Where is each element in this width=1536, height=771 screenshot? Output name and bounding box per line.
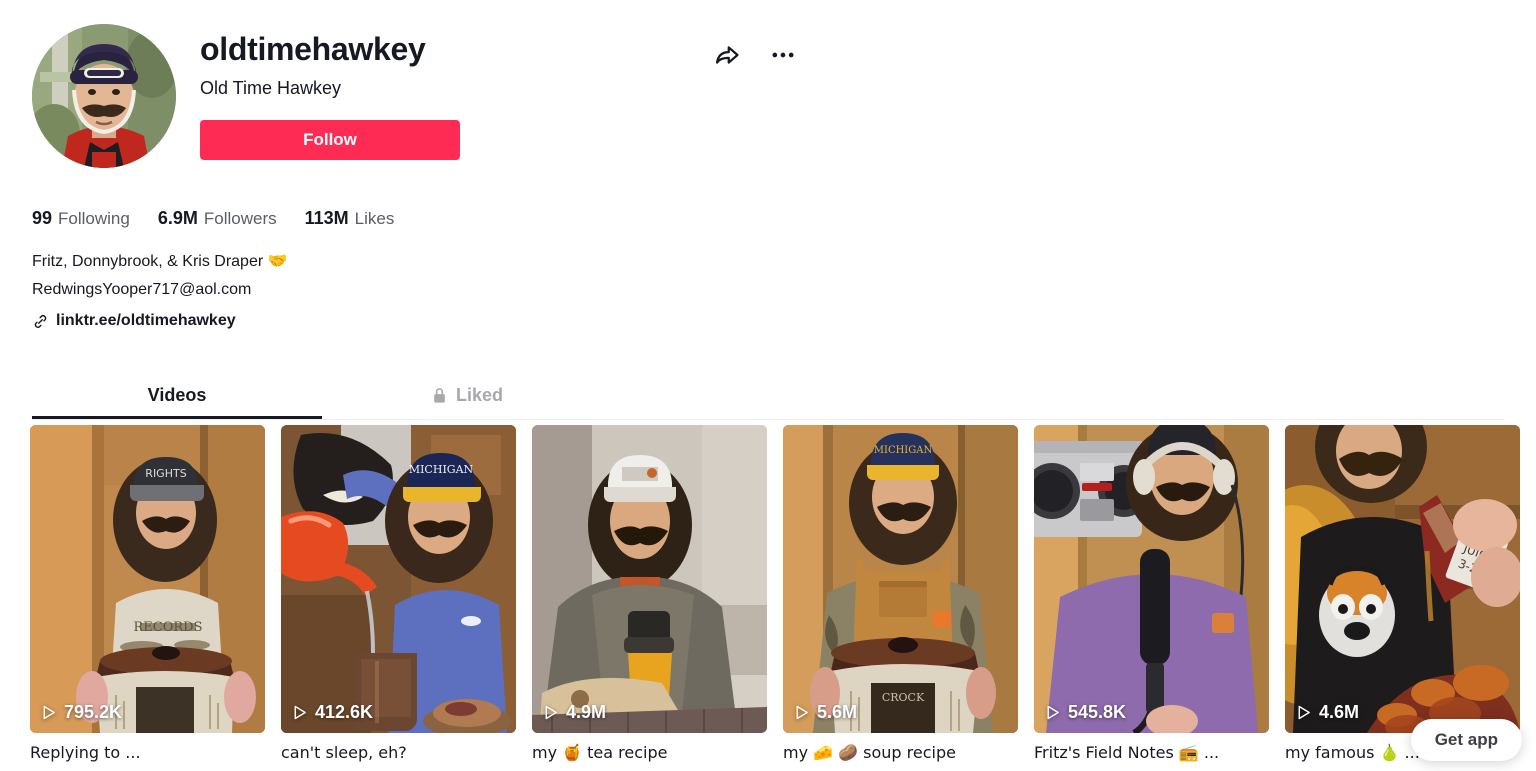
- share-arrow-icon: [713, 41, 741, 69]
- video-card[interactable]: RIGHTS RECORDS 795.2K Replying to ...: [30, 425, 265, 764]
- video-thumbnail[interactable]: JUICE 3-2-3: [1285, 425, 1520, 733]
- svg-text:RECORDS: RECORDS: [134, 620, 203, 635]
- svg-text:MICHIGAN: MICHIGAN: [409, 463, 474, 476]
- video-caption: Replying to ...: [30, 743, 141, 762]
- video-thumbnail[interactable]: 545.8K: [1034, 425, 1269, 733]
- following-count: 99: [32, 208, 53, 228]
- get-app-button[interactable]: Get app: [1410, 719, 1522, 761]
- video-thumbnail[interactable]: 4.9M: [532, 425, 767, 733]
- display-name: Old Time Hawkey: [200, 78, 342, 98]
- tab-videos-label: Videos: [147, 385, 207, 405]
- profile-stats: 99 Following 6.9M Followers 113M Likes: [32, 208, 422, 229]
- profile-tabs: Videos Liked: [32, 372, 1504, 420]
- identity-block: oldtimehawkey Old Time Hawkey Follow: [200, 24, 460, 160]
- followers-label: Followers: [203, 209, 277, 228]
- video-card[interactable]: MICHIGAN: [281, 425, 516, 764]
- header-actions: [710, 38, 800, 72]
- likes-label: Likes: [354, 209, 395, 228]
- video-card[interactable]: 4.9M my 🍯 tea recipe: [532, 425, 767, 764]
- tiktok-profile-page: oldtimehawkey Old Time Hawkey Follow 99 …: [0, 0, 1536, 771]
- video-card[interactable]: 545.8K Fritz's Field Notes 📻 ...: [1034, 425, 1269, 764]
- stat-followers[interactable]: 6.9M Followers: [158, 208, 277, 229]
- video-thumbnail[interactable]: RIGHTS RECORDS 795.2K: [30, 425, 265, 733]
- share-button[interactable]: [710, 38, 744, 72]
- stat-likes[interactable]: 113M Likes: [305, 208, 395, 229]
- tab-videos[interactable]: Videos: [32, 372, 322, 419]
- bio-link[interactable]: linktr.ee/oldtimehawkey: [32, 312, 236, 330]
- tab-liked[interactable]: Liked: [322, 372, 612, 419]
- bio-link-text: linktr.ee/oldtimehawkey: [56, 312, 236, 329]
- svg-text:CROCK: CROCK: [882, 691, 925, 704]
- video-thumbnail[interactable]: MICHIGAN: [783, 425, 1018, 733]
- video-caption: can't sleep, eh?: [281, 743, 407, 762]
- video-card[interactable]: JUICE 3-2-3: [1285, 425, 1520, 764]
- follow-button[interactable]: Follow: [200, 120, 460, 160]
- followers-count: 6.9M: [157, 208, 198, 228]
- profile-bio: Fritz, Donnybrook, & Kris Draper 🤝 Redwi…: [32, 253, 288, 298]
- svg-text:RIGHTS: RIGHTS: [145, 467, 186, 480]
- lock-icon: [431, 386, 448, 405]
- ellipsis-icon: [769, 41, 797, 69]
- stat-following[interactable]: 99 Following: [32, 208, 130, 229]
- video-thumbnail[interactable]: MICHIGAN: [281, 425, 516, 733]
- likes-count: 113M: [304, 208, 349, 228]
- avatar[interactable]: [32, 24, 176, 168]
- more-options-button[interactable]: [766, 38, 800, 72]
- svg-text:MICHIGAN: MICHIGAN: [874, 445, 933, 456]
- video-card[interactable]: MICHIGAN: [783, 425, 1018, 764]
- page-title: oldtimehawkey: [200, 31, 426, 67]
- following-label: Following: [58, 209, 130, 228]
- link-chain-icon: [32, 313, 49, 330]
- video-caption: Fritz's Field Notes 📻 ...: [1034, 743, 1220, 762]
- video-grid: RIGHTS RECORDS 795.2K Replying to ... MI…: [30, 425, 1524, 764]
- video-caption: my 🍯 tea recipe: [532, 743, 668, 762]
- video-caption: my 🧀 🥔 soup recipe: [783, 743, 956, 762]
- tab-liked-label: Liked: [455, 385, 503, 405]
